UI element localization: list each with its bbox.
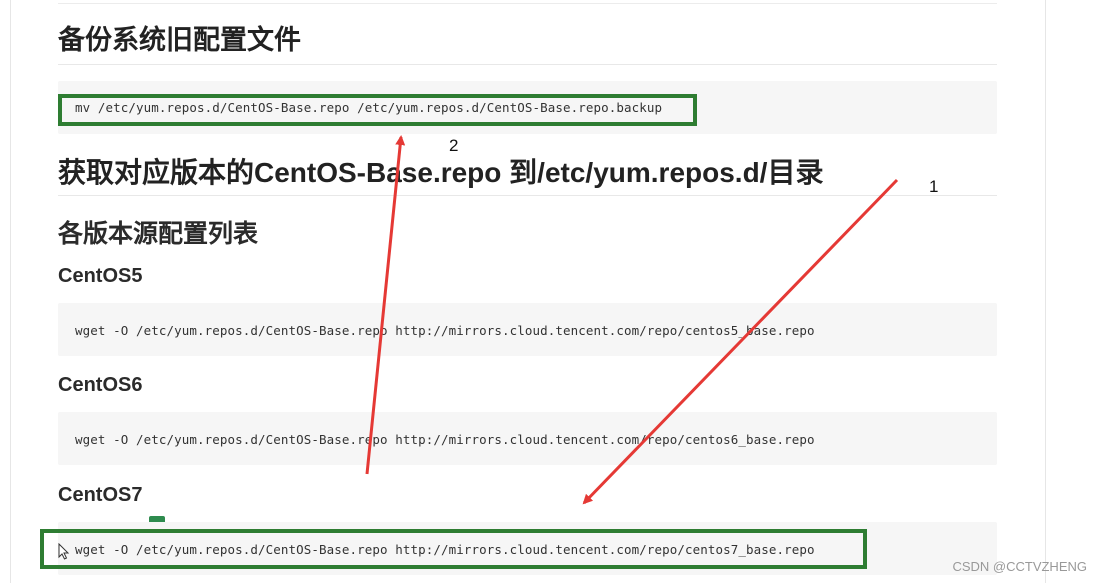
heading-centos7: CentOS7 bbox=[58, 484, 143, 506]
heading-backup: 备份系统旧配置文件 bbox=[58, 25, 301, 55]
highlight-box-centos7 bbox=[40, 529, 867, 569]
heading-centos6: CentOS6 bbox=[58, 374, 143, 396]
heading-version-list: 各版本源配置列表 bbox=[58, 220, 259, 248]
annotation-label-2: 2 bbox=[449, 136, 459, 155]
code-centos6[interactable]: wget -O /etc/yum.repos.d/CentOS-Base.rep… bbox=[75, 432, 815, 447]
watermark: CSDN @CCTVZHENG bbox=[952, 559, 1087, 574]
heading-centos5: CentOS5 bbox=[58, 265, 143, 287]
code-centos5[interactable]: wget -O /etc/yum.repos.d/CentOS-Base.rep… bbox=[75, 323, 815, 338]
annotation-label-1: 1 bbox=[929, 177, 939, 196]
mouse-pointer-icon bbox=[58, 543, 70, 560]
page-left-border bbox=[10, 0, 11, 583]
heading-fetch-divider bbox=[58, 195, 997, 196]
heading-fetch: 获取对应版本的CentOS-Base.repo 到/etc/yum.repos.… bbox=[58, 157, 824, 188]
page-right-border bbox=[1045, 0, 1046, 583]
heading-backup-divider bbox=[58, 64, 997, 65]
highlight-box-backup bbox=[58, 94, 697, 126]
top-divider bbox=[58, 3, 997, 4]
